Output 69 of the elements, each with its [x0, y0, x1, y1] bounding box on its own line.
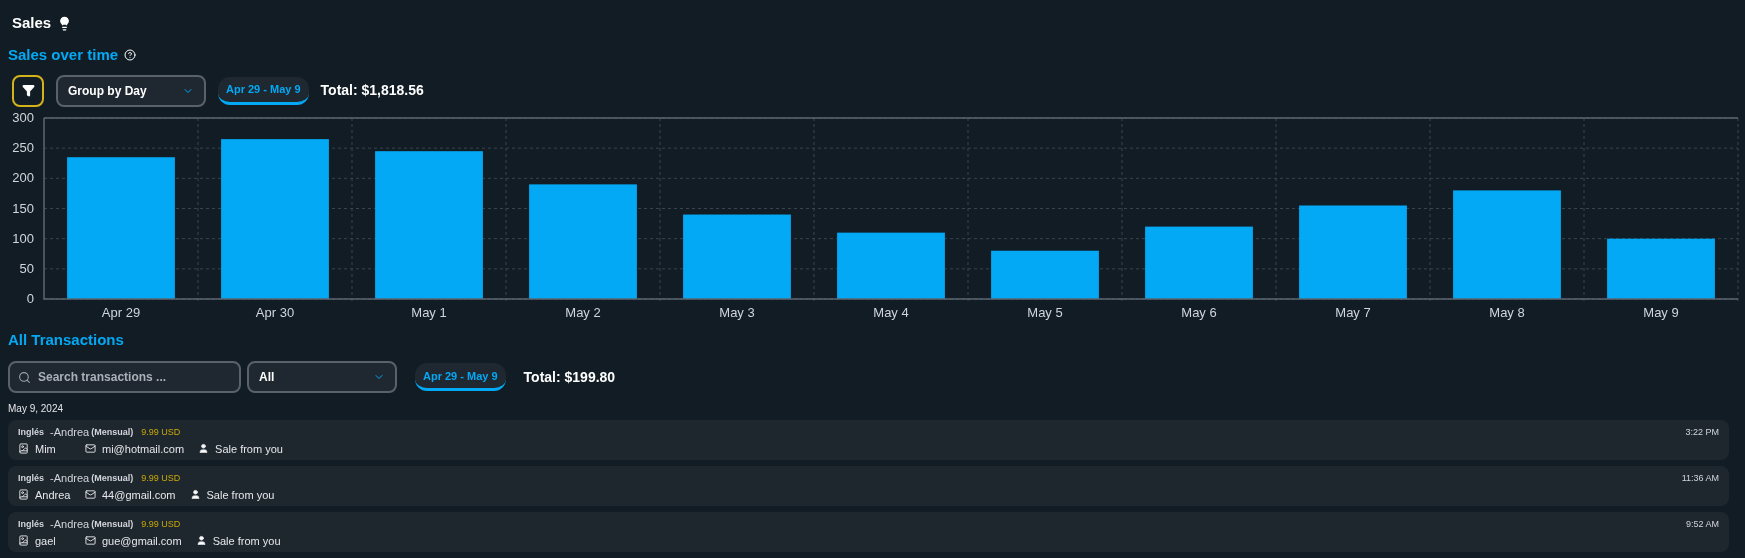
teacher-name: -Andrea	[50, 517, 90, 532]
y-tick: 300	[12, 110, 34, 125]
y-tick: 250	[12, 139, 34, 155]
sales-total: Total: $1,818.56	[320, 81, 424, 100]
transaction-time: 9:52 AM	[1685, 517, 1719, 531]
price: 9.99 USD	[141, 471, 181, 485]
teacher-name: -Andrea	[50, 471, 90, 486]
transactions-total: Total: $199.80	[523, 367, 616, 387]
x-axis-label: May 8	[1489, 304, 1525, 320]
type-select[interactable]: All	[247, 361, 397, 393]
teacher-name: -Andrea	[50, 425, 90, 440]
search-icon	[18, 371, 31, 384]
book-icon	[18, 443, 29, 455]
email: mi@hotmail.com	[102, 441, 185, 457]
user-icon	[198, 443, 210, 455]
email: 44@gmail.com	[102, 487, 176, 503]
x-axis-label: Apr 30	[255, 304, 295, 320]
course-name: Inglés	[18, 517, 44, 531]
section-title: Sales over time	[8, 45, 119, 65]
mail-icon	[85, 535, 96, 547]
mail-icon	[85, 489, 96, 501]
x-axis-label: May 7	[1335, 304, 1371, 320]
y-tick: 50	[19, 260, 34, 276]
price: 9.99 USD	[141, 517, 181, 531]
help-icon	[124, 49, 137, 62]
mail-icon	[85, 443, 96, 455]
x-axis-label: May 1	[411, 304, 447, 320]
transaction-time: 11:36 AM	[1681, 471, 1719, 485]
y-tick: 200	[12, 169, 34, 185]
x-axis-label: May 2	[565, 304, 601, 320]
search-field[interactable]: Search transactions ...	[8, 361, 241, 393]
sale-source: Sale from you	[212, 533, 281, 549]
page-title: Sales	[11, 12, 52, 33]
course-name: Inglés	[18, 471, 44, 485]
student-name: Andrea	[35, 487, 72, 503]
sale-source: Sale from you	[215, 441, 283, 457]
book-icon	[18, 489, 29, 501]
student-name: gael	[35, 533, 57, 549]
plan-label: (Mensual)	[91, 471, 134, 485]
date-range-button[interactable]: Apr 29 - May 9	[415, 363, 506, 392]
x-axis-label: Apr 29	[101, 304, 141, 320]
x-axis-label: May 6	[1181, 304, 1217, 320]
sale-source: Sale from you	[206, 487, 275, 503]
y-tick: 150	[12, 200, 34, 215]
price: 9.99 USD	[141, 425, 181, 439]
x-axis-label: May 3	[719, 304, 755, 320]
x-axis-label: May 5	[1027, 304, 1063, 320]
plan-label: (Mensual)	[91, 517, 134, 531]
transaction-time: 3:22 PM	[1685, 425, 1719, 439]
user-icon	[189, 489, 201, 501]
user-icon	[195, 535, 207, 547]
plan-label: (Mensual)	[91, 425, 134, 439]
student-name: Mim	[35, 441, 57, 457]
y-tick: 100	[12, 230, 34, 246]
x-axis-label: May 4	[873, 304, 909, 320]
group-by-select[interactable]: Group by Day	[56, 74, 206, 107]
x-axis-label: May 9	[1643, 304, 1679, 320]
transaction-card[interactable]: Inglés -Andrea (Mensual) 9.99 USD 9:52 AM gael gue@gmail.com Sale from you	[8, 512, 1729, 552]
transaction-card[interactable]: Inglés -Andrea (Mensual) 9.99 USD 11:36 AM Andrea 44@gmail.com Sale from you	[8, 466, 1729, 506]
filter-icon	[21, 84, 35, 97]
date-heading: May 9, 2024	[8, 402, 65, 416]
book-icon	[18, 535, 29, 547]
date-range-button[interactable]: Apr 29 - May 9	[218, 76, 309, 105]
course-name: Inglés	[18, 425, 44, 439]
section-title: All Transactions	[8, 329, 125, 350]
transaction-card[interactable]: Inglés -Andrea (Mensual) 9.99 USD 3:22 PM Mim mi@hotmail.com Sale from you	[8, 420, 1729, 460]
y-tick: 0	[26, 290, 34, 306]
email: gue@gmail.com	[102, 533, 182, 549]
filter-button[interactable]	[12, 74, 44, 107]
